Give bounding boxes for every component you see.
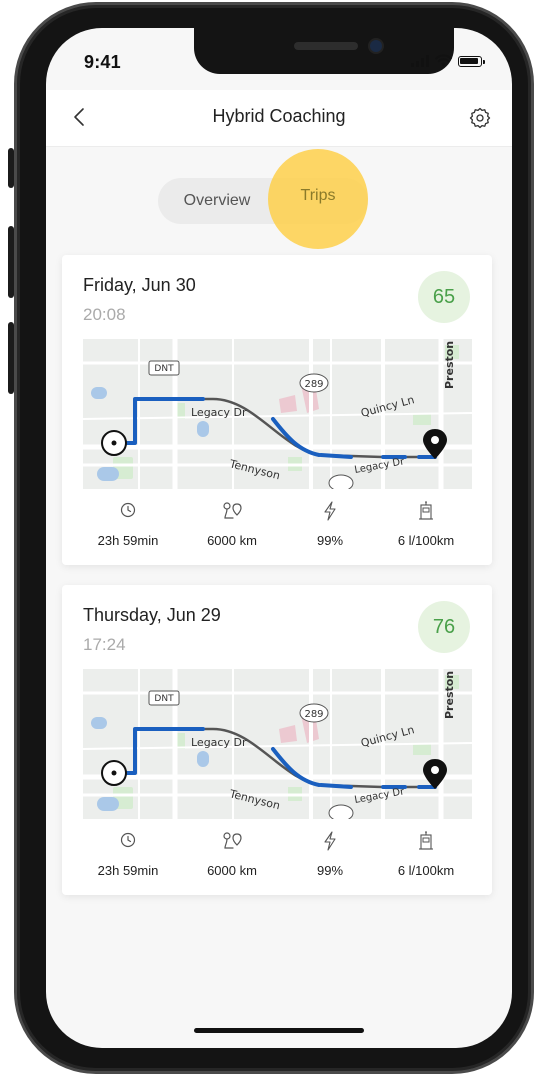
fuel-pump-icon — [419, 831, 433, 850]
stat-distance-value: 6000 km — [207, 863, 257, 878]
trip-score-badge: 65 — [418, 271, 470, 323]
stat-fuel: 6 l/100km — [376, 501, 476, 548]
tab-trips[interactable] — [276, 178, 368, 224]
stat-battery: 99% — [280, 831, 380, 878]
map-label-legacy: Legacy Dr — [191, 406, 247, 419]
stat-battery-value: 99% — [316, 863, 344, 878]
map-label-dnt: DNT — [154, 364, 174, 374]
route-map: DNT Legacy Dr 289 Quincy Ln Tennyson Leg… — [83, 669, 472, 819]
clock-icon — [120, 502, 136, 518]
battery-icon — [458, 56, 485, 67]
lightning-icon — [324, 831, 336, 851]
stat-distance: 6000 km — [182, 501, 282, 548]
front-camera — [370, 40, 382, 52]
route-start-icon — [101, 430, 127, 456]
settings-button[interactable] — [464, 102, 496, 134]
trip-time: 17:24 — [83, 635, 126, 654]
status-time: 9:41 — [84, 52, 121, 72]
trip-card[interactable]: Friday, Jun 30 20:08 65 DNT Legacy Dr 28… — [62, 255, 492, 565]
speaker-grille — [294, 42, 358, 50]
stat-duration: 23h 59min — [78, 501, 178, 548]
stat-duration-value: 23h 59min — [97, 533, 159, 548]
stat-fuel-value: 6 l/100km — [397, 533, 455, 548]
stat-battery: 99% — [280, 501, 380, 548]
trip-date: Friday, Jun 30 — [83, 275, 196, 295]
signal-icon — [411, 55, 429, 67]
stat-duration-value: 23h 59min — [97, 863, 159, 878]
map-label-preston: Preston — [443, 671, 456, 719]
trip-stats: 23h 59min 6000 km 99% 6 l/100km — [62, 831, 492, 887]
tab-overview[interactable]: Overview — [158, 178, 276, 224]
trip-stats: 23h 59min 6000 km 99% 6 l/100km — [62, 501, 492, 557]
map-label-preston: Preston — [443, 341, 456, 389]
stat-fuel-value: 6 l/100km — [397, 863, 455, 878]
stat-distance: 6000 km — [182, 831, 282, 878]
stat-distance-value: 6000 km — [207, 533, 257, 548]
fuel-pump-icon — [419, 501, 433, 520]
view-segmented-control: Overview — [158, 178, 368, 224]
map-label-289: 289 — [304, 709, 323, 720]
clock-icon — [120, 832, 136, 848]
lightning-icon — [324, 501, 336, 521]
route-distance-icon — [223, 832, 242, 849]
stat-fuel: 6 l/100km — [376, 831, 476, 878]
page-title: Hybrid Coaching — [212, 106, 346, 126]
notch — [194, 28, 454, 74]
map-label-289: 289 — [304, 379, 323, 390]
trip-time: 20:08 — [83, 305, 126, 324]
stat-duration: 23h 59min — [78, 831, 178, 878]
map-label-legacy: Legacy Dr — [191, 736, 247, 749]
route-map: DNT Legacy Dr 289 Quincy Ln Tennyson Leg… — [83, 339, 472, 489]
gear-icon — [469, 107, 491, 129]
route-start-icon — [101, 760, 127, 786]
app-header: Hybrid Coaching — [46, 90, 512, 147]
stat-battery-value: 99% — [316, 533, 344, 548]
trip-score-badge: 76 — [418, 601, 470, 653]
map-label-dnt: DNT — [154, 694, 174, 704]
route-distance-icon — [223, 502, 242, 519]
status-icons — [411, 54, 485, 67]
home-indicator[interactable] — [194, 1028, 364, 1033]
wifi-icon — [435, 54, 452, 67]
phone-screen: 9:41 Hybrid Coaching Overview Trips Frid… — [46, 28, 512, 1048]
trip-date: Thursday, Jun 29 — [83, 605, 221, 625]
trip-card[interactable]: Thursday, Jun 29 17:24 76 DNT Legacy Dr … — [62, 585, 492, 895]
